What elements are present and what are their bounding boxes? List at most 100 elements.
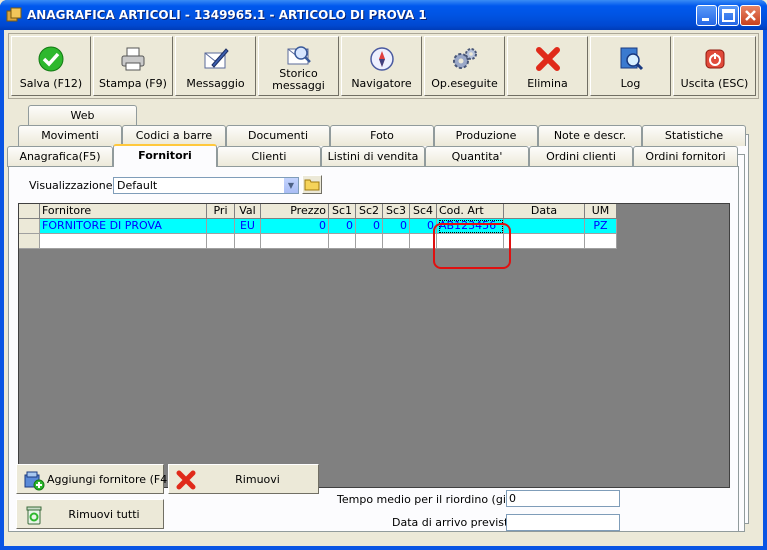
expected-arrival-input[interactable] xyxy=(506,514,620,531)
new-row-selector[interactable] xyxy=(19,234,40,249)
add-supplier-icon xyxy=(24,471,45,491)
message-button-label: Messaggio xyxy=(186,77,245,90)
header-cod-art[interactable]: Cod. Art xyxy=(437,204,504,219)
header-sc3[interactable]: Sc3 xyxy=(383,204,410,219)
chevron-down-icon[interactable]: ▼ xyxy=(283,178,298,193)
tab-documenti[interactable]: Documenti xyxy=(226,125,330,146)
tab-clienti[interactable]: Clienti xyxy=(217,146,321,167)
power-icon xyxy=(705,49,724,69)
expected-arrival-label: Data di arrivo prevista : xyxy=(392,516,523,529)
delete-button-label: Elimina xyxy=(527,77,568,90)
header-data[interactable]: Data xyxy=(504,204,585,219)
tab-codici-a-barre[interactable]: Codici a barre xyxy=(122,125,226,146)
new-cell-pri[interactable] xyxy=(207,234,235,249)
header-prezzo[interactable]: Prezzo xyxy=(261,204,329,219)
log-magnifier-icon xyxy=(620,47,643,71)
application-window: ANAGRAFICA ARTICOLI - 1349965.1 - ARTICO… xyxy=(0,0,767,550)
new-cell-data[interactable] xyxy=(504,234,585,249)
view-label: Visualizzazione : xyxy=(29,179,120,192)
tab-quantita[interactable]: Quantita' xyxy=(425,146,529,167)
close-icon xyxy=(745,10,756,21)
message-history-button[interactable]: Storico messaggi xyxy=(258,36,339,96)
delete-button[interactable]: Elimina xyxy=(507,36,588,96)
remove-label: Rimuovi xyxy=(235,473,280,486)
annotation-highlight xyxy=(433,223,511,269)
header-sc4[interactable]: Sc4 xyxy=(410,204,437,219)
tab-movimenti[interactable]: Movimenti xyxy=(18,125,122,146)
header-selector xyxy=(19,204,40,219)
gears-icon xyxy=(452,48,477,69)
tab-ordini-fornitori[interactable]: Ordini fornitori xyxy=(633,146,738,167)
navigator-button[interactable]: Navigatore xyxy=(341,36,422,96)
cell-sc1[interactable]: 0 xyxy=(329,219,356,234)
navigator-button-label: Navigatore xyxy=(351,77,412,90)
tab-produzione[interactable]: Produzione xyxy=(434,125,538,146)
minimize-icon xyxy=(702,18,709,21)
message-history-button-label: Storico messaggi xyxy=(272,67,325,92)
cell-um[interactable]: PZ xyxy=(585,219,617,234)
printer-icon xyxy=(121,47,145,71)
print-button[interactable]: Stampa (F9) xyxy=(93,36,173,96)
suppliers-grid[interactable]: Fornitore Pri Val Prezzo Sc1 Sc2 Sc3 Sc4… xyxy=(18,203,730,488)
avg-reorder-time-input[interactable]: 0 xyxy=(506,490,620,507)
cell-pri[interactable] xyxy=(207,219,235,234)
header-fornitore[interactable]: Fornitore xyxy=(40,204,207,219)
new-cell-sc2[interactable] xyxy=(356,234,383,249)
header-val[interactable]: Val xyxy=(235,204,261,219)
exit-button[interactable]: Uscita (ESC) xyxy=(673,36,756,96)
app-icon xyxy=(6,7,22,22)
tab-ordini-clienti[interactable]: Ordini clienti xyxy=(529,146,633,167)
message-history-icon xyxy=(287,46,311,65)
tab-web[interactable]: Web xyxy=(28,105,137,126)
main-toolbar: Salva (F12) Stampa (F9) Messaggio Storic… xyxy=(8,33,759,99)
header-sc1[interactable]: Sc1 xyxy=(329,204,356,219)
maximize-icon xyxy=(722,9,735,22)
header-pri[interactable]: Pri xyxy=(207,204,235,219)
add-supplier-label: Aggiungi fornitore (F4) xyxy=(47,473,172,486)
checkmark-icon xyxy=(38,46,64,72)
cell-data[interactable] xyxy=(504,219,585,234)
red-x-icon xyxy=(176,470,196,490)
header-sc2[interactable]: Sc2 xyxy=(356,204,383,219)
title-bar[interactable]: ANAGRAFICA ARTICOLI - 1349965.1 - ARTICO… xyxy=(0,0,767,30)
tab-fornitori[interactable]: Fornitori xyxy=(113,144,217,167)
save-button[interactable]: Salva (F12) xyxy=(11,36,91,96)
operations-button[interactable]: Op.eseguite xyxy=(424,36,505,96)
window-title: ANAGRAFICA ARTICOLI - 1349965.1 - ARTICO… xyxy=(27,8,427,22)
new-cell-sc1[interactable] xyxy=(329,234,356,249)
view-combo-value: Default xyxy=(117,179,158,192)
close-button[interactable] xyxy=(740,5,761,26)
cell-sc2[interactable]: 0 xyxy=(356,219,383,234)
cell-fornitore[interactable]: FORNITORE DI PROVA xyxy=(40,219,207,234)
red-x-icon xyxy=(535,47,560,71)
print-button-label: Stampa (F9) xyxy=(99,77,167,90)
add-supplier-button[interactable]: Aggiungi fornitore (F4) xyxy=(16,464,172,494)
window-client: Salva (F12) Stampa (F9) Messaggio Storic… xyxy=(4,30,763,546)
new-cell-um[interactable] xyxy=(585,234,617,249)
tab-note-e-descr[interactable]: Note e descr. xyxy=(538,125,642,146)
tab-statistiche[interactable]: Statistiche xyxy=(642,125,746,146)
remove-all-button[interactable]: Rimuovi tutti xyxy=(16,499,164,529)
row-selector[interactable] xyxy=(19,219,40,234)
remove-button[interactable]: Rimuovi xyxy=(168,464,319,494)
new-cell-fornitore[interactable] xyxy=(40,234,207,249)
remove-all-label: Rimuovi tutti xyxy=(68,508,140,521)
open-view-button[interactable] xyxy=(302,175,322,194)
minimize-button[interactable] xyxy=(696,5,717,26)
tab-anagrafica[interactable]: Anagrafica(F5) xyxy=(7,146,113,167)
log-button[interactable]: Log xyxy=(590,36,671,96)
cell-prezzo[interactable]: 0 xyxy=(261,219,329,234)
view-combo[interactable]: Default ▼ xyxy=(113,177,299,194)
header-um[interactable]: UM xyxy=(585,204,617,219)
tab-foto[interactable]: Foto xyxy=(330,125,434,146)
exit-button-label: Uscita (ESC) xyxy=(680,77,749,90)
folder-icon xyxy=(304,179,320,191)
new-cell-prezzo[interactable] xyxy=(261,234,329,249)
message-button[interactable]: Messaggio xyxy=(175,36,256,96)
cell-sc3[interactable]: 0 xyxy=(383,219,410,234)
tab-listini-di-vendita[interactable]: Listini di vendita xyxy=(321,146,425,167)
new-cell-sc3[interactable] xyxy=(383,234,410,249)
maximize-button[interactable] xyxy=(718,5,739,26)
cell-val[interactable]: EU xyxy=(235,219,261,234)
new-cell-val[interactable] xyxy=(235,234,261,249)
